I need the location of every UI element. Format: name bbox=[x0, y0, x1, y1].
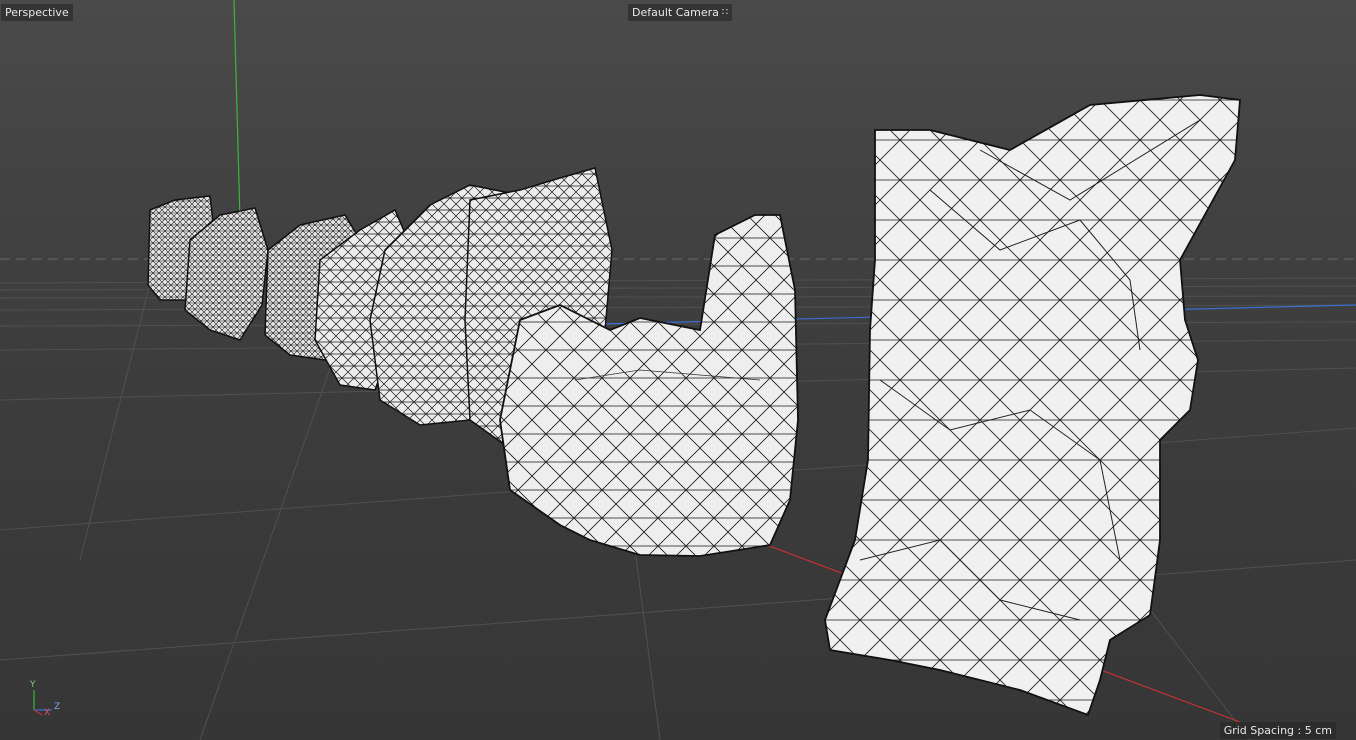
viewport-scene[interactable] bbox=[0, 0, 1356, 740]
camera-name-label[interactable]: Default Camera ∷ bbox=[628, 4, 733, 21]
gizmo-y-label: Y bbox=[30, 680, 36, 690]
camera-name-text: Default Camera bbox=[632, 6, 719, 19]
axis-gizmo: Y Z X bbox=[24, 680, 68, 720]
view-mode-label[interactable]: Perspective bbox=[1, 4, 73, 21]
3d-viewport[interactable]: Perspective Default Camera ∷ Grid Spacing… bbox=[0, 0, 1356, 740]
camera-dots-icon[interactable]: ∷ bbox=[722, 5, 728, 20]
gizmo-z-label: Z bbox=[54, 702, 61, 712]
grid-spacing-label: Grid Spacing : 5 cm bbox=[1219, 722, 1336, 739]
gizmo-x-label: X bbox=[44, 708, 51, 718]
